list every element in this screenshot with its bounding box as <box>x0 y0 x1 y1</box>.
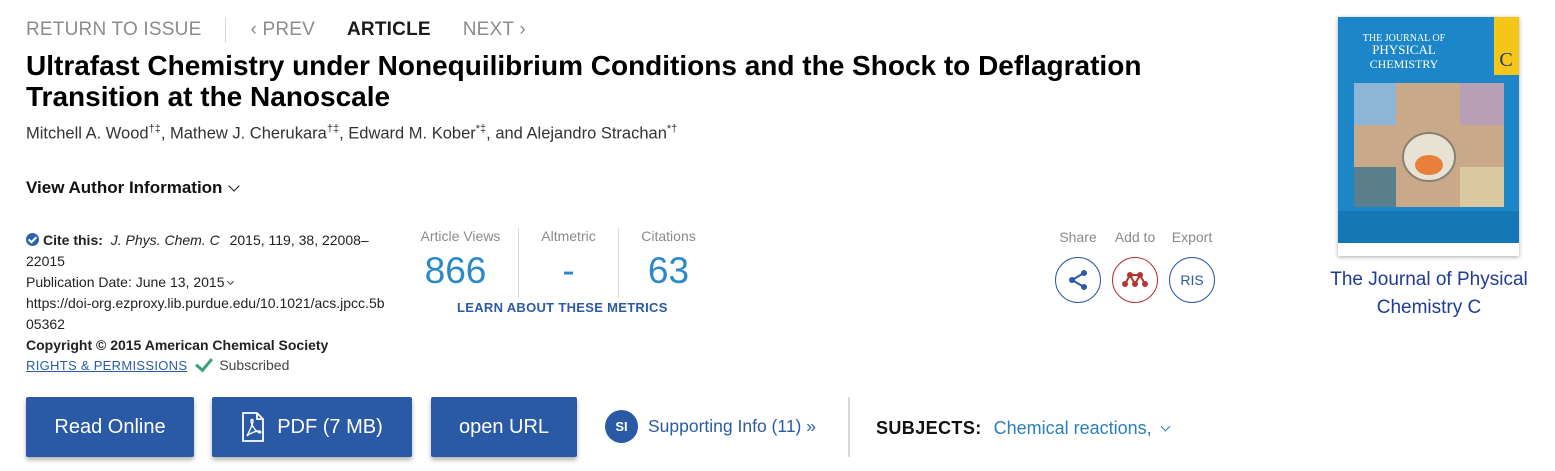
author-affiliation-marks: †‡ <box>326 123 340 135</box>
author-name[interactable]: Mitchell A. Wood <box>26 125 149 143</box>
citation-block: Cite this: J. Phys. Chem. C 2015, 119, 3… <box>26 230 396 356</box>
share-icon <box>1069 270 1087 290</box>
current-article-label: ARTICLE <box>347 19 431 40</box>
molecule-icon <box>1122 272 1148 287</box>
author-name[interactable]: Edward M. Kober <box>348 125 475 143</box>
cite-journal: J. Phys. Chem. C <box>110 232 220 248</box>
supporting-info-label: Supporting Info (11) » <box>648 416 816 436</box>
metric-views: Article Views 866 <box>403 228 518 298</box>
nav-divider <box>225 17 227 43</box>
author-name[interactable]: Mathew J. Cherukara <box>170 125 327 143</box>
add-to-tool: Add to <box>1112 229 1158 303</box>
author-affiliation-marks: †‡ <box>148 123 161 135</box>
return-to-issue-link[interactable]: RETURN TO ISSUE <box>26 19 201 41</box>
pdf-icon <box>242 412 265 442</box>
metric-altmetric[interactable]: Altmetric - <box>518 228 618 298</box>
export-ris-button[interactable]: RIS <box>1169 257 1215 303</box>
rights-permissions-link[interactable]: RIGHTS & PERMISSIONS <box>26 358 187 373</box>
section-divider <box>848 397 850 457</box>
chevron-down-icon[interactable] <box>1160 421 1171 432</box>
cite-line: Cite this: J. Phys. Chem. C 2015, 119, 3… <box>26 230 396 272</box>
subscribed-status: Subscribed <box>195 353 290 373</box>
chevron-down-icon <box>227 277 235 286</box>
author-affiliation-marks: *‡ <box>475 123 487 135</box>
share-label: Share <box>1059 229 1097 245</box>
pdf-download-button[interactable]: PDF (7 MB) <box>212 397 412 457</box>
export-tool: Export RIS <box>1169 229 1215 303</box>
publication-date-label: Publication Date: June 13, 2015 <box>26 274 225 290</box>
view-author-info-toggle[interactable]: View Author Information <box>26 178 241 198</box>
copyright: Copyright © 2015 American Chemical Socie… <box>26 335 396 356</box>
supporting-info-link[interactable]: SI Supporting Info (11) » <box>605 410 816 443</box>
prev-label: PREV <box>262 19 316 40</box>
si-badge-icon: SI <box>605 410 638 443</box>
open-url-label: open URL <box>458 415 550 438</box>
open-url-button[interactable]: open URL <box>431 397 577 457</box>
chevron-left-icon: ‹ <box>250 19 263 40</box>
cover-title-line3: CHEMISTRY <box>1370 57 1439 71</box>
author-separator: , <box>339 124 349 143</box>
ris-label: RIS <box>1180 272 1204 288</box>
next-label: NEXT <box>462 19 514 40</box>
export-label: Export <box>1171 229 1213 245</box>
metric-altmetric-label: Altmetric <box>541 228 596 244</box>
article-title: Ultrafast Chemistry under Nonequilibrium… <box>26 50 1142 112</box>
author-affiliation-marks: *† <box>666 123 678 135</box>
subjects-section: SUBJECTS: Chemical reactions, <box>876 418 1171 439</box>
subject-link[interactable]: Chemical reactions, <box>994 418 1152 439</box>
check-circle-icon <box>26 233 39 246</box>
article-metrics: Article Views 866 Altmetric - Citations … <box>403 228 718 298</box>
chevron-right-icon: › <box>513 19 526 40</box>
pdf-label: PDF (7 MB) <box>277 415 383 438</box>
check-icon <box>195 353 214 373</box>
add-to-button[interactable] <box>1112 257 1158 303</box>
article-nav: RETURN TO ISSUE ‹ PREV ARTICLE NEXT › <box>26 17 526 43</box>
add-to-label: Add to <box>1114 229 1156 245</box>
doi-url[interactable]: https://doi-org.ezproxy.lib.purdue.edu/1… <box>26 293 391 335</box>
share-button[interactable] <box>1055 257 1101 303</box>
metric-views-value: 866 <box>424 250 487 291</box>
metric-citations-label: Citations <box>641 228 696 244</box>
publication-date[interactable]: Publication Date: June 13, 2015 <box>26 272 396 293</box>
learn-about-metrics-link[interactable]: LEARN ABOUT THESE METRICS <box>457 300 668 315</box>
journal-cover-image[interactable]: C THE JOURNAL OF PHYSICAL CHEMISTRY <box>1338 17 1519 256</box>
cover-title-line2: PHYSICAL <box>1372 42 1436 57</box>
rights-row: RIGHTS & PERMISSIONS Subscribed <box>26 353 290 373</box>
read-online-button[interactable]: Read Online <box>26 397 194 457</box>
read-online-label: Read Online <box>54 415 166 438</box>
next-link[interactable]: NEXT › <box>463 19 526 41</box>
cite-label: Cite this: <box>43 232 103 248</box>
prev-link[interactable]: ‹ PREV <box>250 19 315 41</box>
author-list: Mitchell A. Wood†‡, Mathew J. Cherukara†… <box>26 123 677 144</box>
metric-citations-value: 63 <box>647 250 690 291</box>
chevron-down-icon <box>228 180 241 192</box>
subscribed-label: Subscribed <box>219 357 290 373</box>
metric-views-label: Article Views <box>420 228 501 244</box>
share-tool: Share <box>1055 229 1101 303</box>
view-author-info-label: View Author Information <box>26 178 223 197</box>
cover-letter: C <box>1499 49 1512 71</box>
metric-citations[interactable]: Citations 63 <box>618 228 718 298</box>
author-separator: , <box>160 124 171 143</box>
article-tools: Share Add to Export RIS <box>1055 229 1215 303</box>
copyright-text: Copyright © 2015 American Chemical Socie… <box>26 337 329 353</box>
metric-altmetric-value: - <box>562 250 575 291</box>
author-name[interactable]: Alejandro Strachan <box>527 125 667 143</box>
author-separator: , and <box>486 124 527 143</box>
journal-name-link[interactable]: The Journal of Physical Chemistry C <box>1310 266 1548 322</box>
subjects-label: SUBJECTS: <box>876 418 982 438</box>
